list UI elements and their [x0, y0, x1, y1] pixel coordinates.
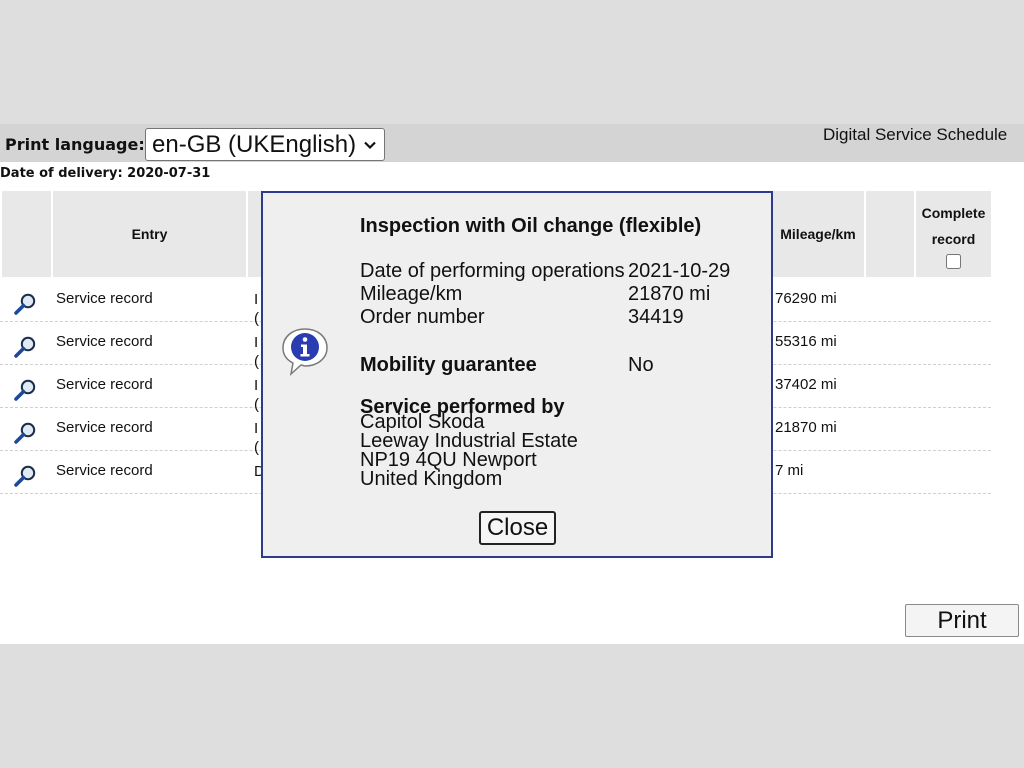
header-mileage-label: Mileage/km: [780, 226, 856, 242]
print-button-label: Print: [937, 606, 987, 634]
header-entry: Entry: [53, 191, 246, 277]
row-entry: Service record: [56, 290, 153, 307]
print-language-bar: Print language: en-GB (UKEnglish) Digita…: [0, 124, 1024, 162]
dialog-title: Inspection with Oil change (flexible): [360, 215, 702, 237]
row-mileage: 37402 mi: [775, 376, 837, 393]
row-mileage: 55316 mi: [775, 333, 837, 350]
header-icon-column: [2, 191, 51, 277]
print-language-value: en-GB (UKEnglish): [152, 131, 357, 158]
chevron-down-icon: [364, 141, 376, 149]
print-button[interactable]: Print: [905, 604, 1019, 637]
header-complete-label-2: record: [931, 230, 976, 247]
delivery-date: Date of delivery: 2020-07-31: [0, 166, 211, 181]
row-entry: Service record: [56, 376, 153, 393]
mileage-value: 21870 mi: [628, 283, 711, 305]
magnifier-icon[interactable]: [12, 377, 38, 403]
info-icon: [282, 328, 328, 377]
close-button-label: Close: [486, 514, 549, 541]
address-line: United Kingdom: [360, 468, 503, 490]
magnifier-icon[interactable]: [12, 334, 38, 360]
row-entry: Service record: [56, 419, 153, 436]
service-address: Capitol Skoda Leeway Industrial Estate N…: [360, 412, 578, 490]
header-entry-label: Entry: [131, 226, 168, 242]
magnifier-icon[interactable]: [12, 463, 38, 489]
row-mileage: 21870 mi: [775, 419, 837, 436]
magnifier-icon[interactable]: [12, 420, 38, 446]
date-label: Date of performing operations: [360, 260, 625, 282]
row-entry: Service record: [56, 333, 153, 350]
order-label: Order number: [360, 306, 485, 328]
header-complete-label-1: Complete: [921, 204, 986, 221]
row-mileage: 7 mi: [775, 462, 804, 479]
mobility-label: Mobility guarantee: [360, 354, 537, 376]
complete-record-checkbox[interactable]: [946, 253, 961, 269]
app-title: Digital Service Schedule: [823, 125, 1008, 144]
row-mileage: 76290 mi: [775, 290, 837, 307]
header-complete-record: Complete record: [916, 191, 991, 277]
mileage-label: Mileage/km: [360, 283, 463, 305]
date-value: 2021-10-29: [628, 260, 731, 282]
close-button[interactable]: Close: [479, 511, 556, 545]
header-blank: [866, 191, 914, 277]
order-value: 34419: [628, 306, 684, 328]
header-mileage: Mileage/km: [772, 191, 864, 277]
print-language-label: Print language:: [5, 135, 145, 154]
service-detail-dialog: Inspection with Oil change (flexible) Da…: [261, 191, 773, 558]
print-language-select[interactable]: en-GB (UKEnglish): [145, 128, 385, 161]
header-description: [248, 191, 262, 277]
magnifier-icon[interactable]: [12, 291, 38, 317]
row-entry: Service record: [56, 462, 153, 479]
mobility-value: No: [628, 354, 654, 376]
